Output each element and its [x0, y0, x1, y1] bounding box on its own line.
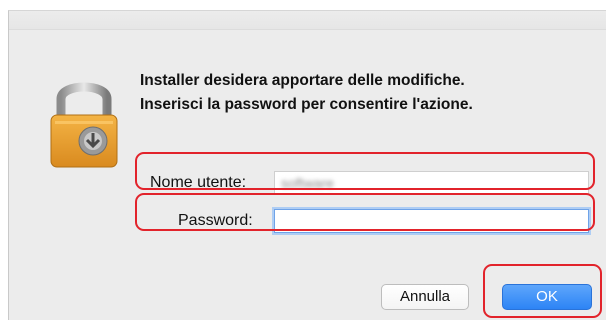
cancel-button[interactable]: Annulla [381, 284, 469, 310]
auth-dialog: Installer desidera apportare delle modif… [8, 10, 606, 320]
password-field[interactable] [274, 209, 589, 233]
title-bar [9, 11, 606, 30]
ok-button[interactable]: OK [502, 284, 592, 310]
padlock-icon [50, 82, 118, 168]
message-line-1: Installer desidera apportare delle modif… [140, 72, 465, 89]
username-label: Nome utente: [150, 174, 247, 191]
dialog-message: Installer desidera apportare delle modif… [140, 69, 473, 117]
message-line-2: Inserisci la password per consentire l'a… [140, 96, 473, 113]
username-field[interactable]: software [274, 171, 589, 195]
password-label: Password: [178, 212, 253, 229]
username-value: software [281, 175, 334, 191]
